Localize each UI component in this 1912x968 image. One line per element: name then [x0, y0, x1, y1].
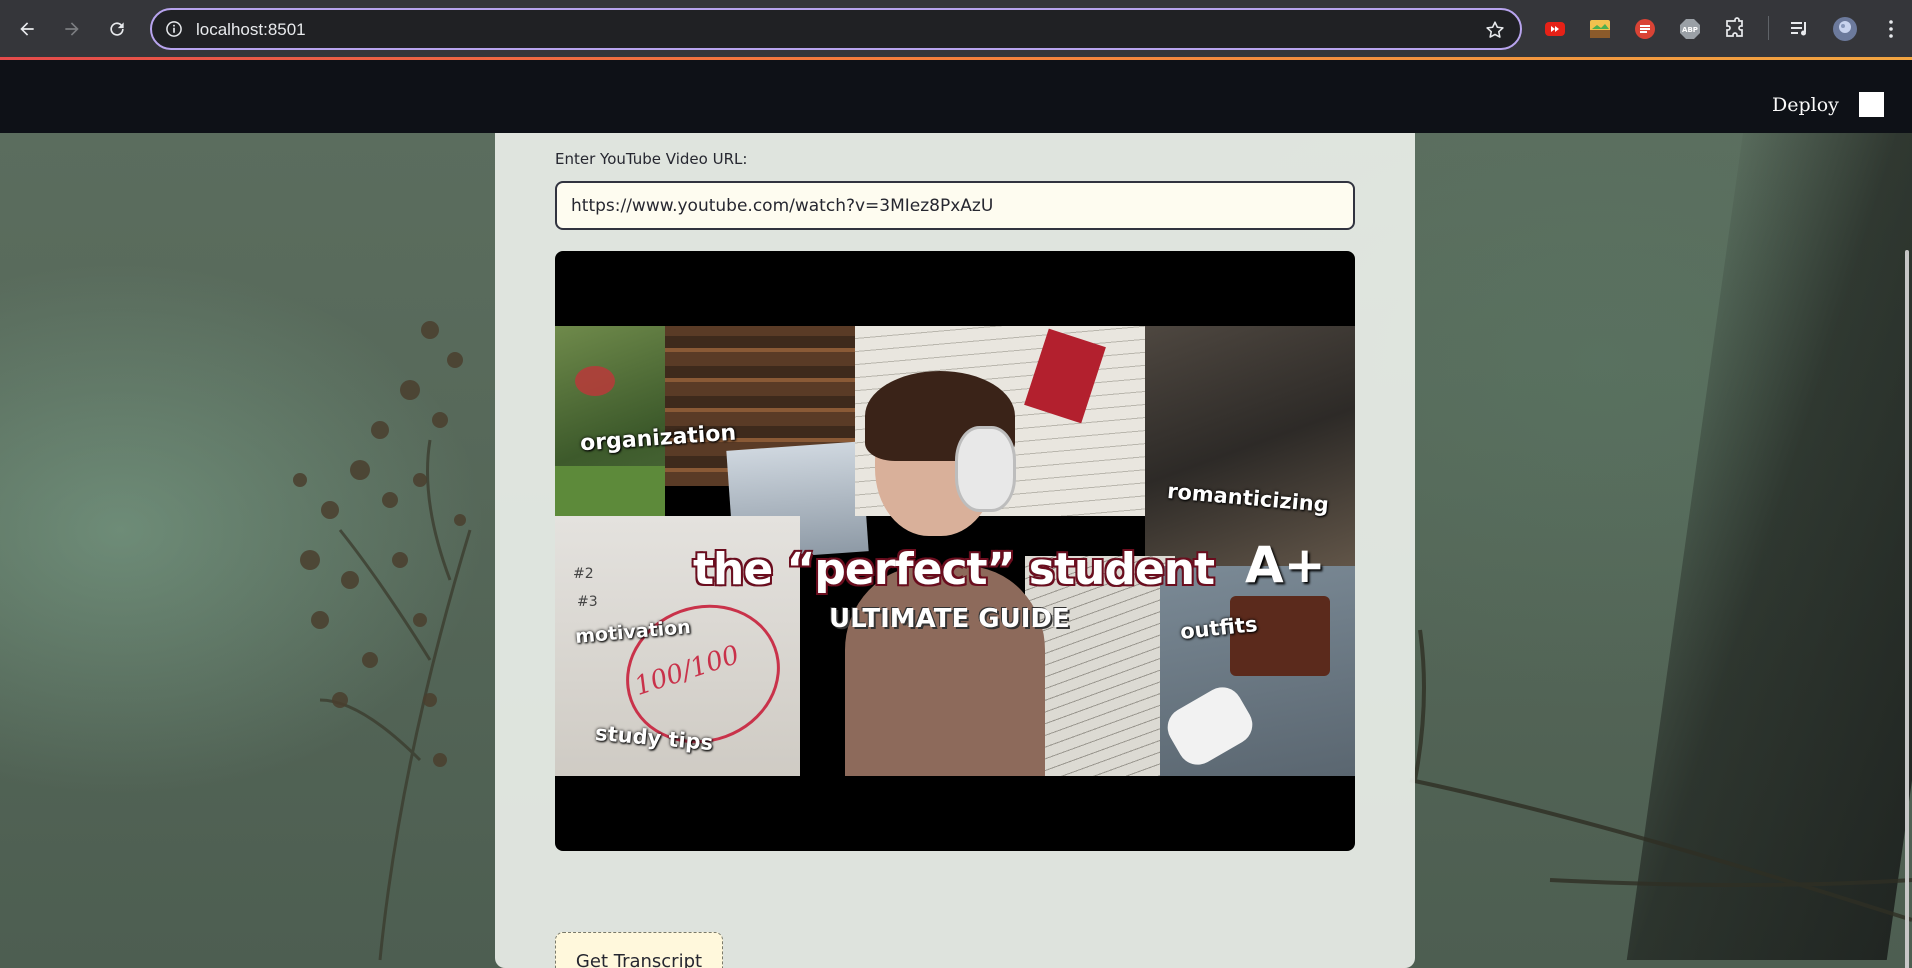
- toolbar-separator: [1768, 16, 1769, 40]
- video-player[interactable]: organization romanticizing the “perfect”…: [555, 251, 1355, 851]
- reload-button[interactable]: [100, 12, 134, 46]
- thumb-title: the “perfect” student: [693, 544, 1215, 595]
- get-transcript-button[interactable]: Get Transcript: [555, 932, 723, 968]
- info-icon[interactable]: [164, 19, 184, 39]
- back-button[interactable]: [10, 12, 44, 46]
- park-photo: [555, 326, 665, 516]
- forward-arrow-icon: [65, 22, 79, 36]
- media-queue-icon[interactable]: [1787, 16, 1813, 42]
- outfit-photo: [1160, 566, 1355, 776]
- profile-avatar-icon[interactable]: [1832, 16, 1858, 42]
- url-input-label: Enter YouTube Video URL:: [555, 150, 748, 168]
- thumb-grade: A+: [1245, 536, 1326, 594]
- page-scrollbar[interactable]: [1905, 250, 1909, 968]
- video-thumbnail[interactable]: organization romanticizing the “perfect”…: [555, 326, 1355, 776]
- browser-toolbar: localhost:8501 ABP: [0, 0, 1912, 58]
- app-viewport: Deploy Enter YouTube Video URL: https://…: [0, 60, 1912, 968]
- reload-icon: [110, 22, 124, 36]
- youtube-extension-icon[interactable]: [1542, 16, 1568, 42]
- app-header: [0, 60, 1912, 133]
- deploy-button[interactable]: Deploy: [1760, 90, 1851, 120]
- kebab-menu-icon[interactable]: [1878, 16, 1904, 42]
- address-bar[interactable]: localhost:8501: [150, 8, 1522, 50]
- address-bar-url[interactable]: localhost:8501: [196, 20, 306, 40]
- forward-button[interactable]: [55, 12, 89, 46]
- adblock-label: ABP: [1682, 26, 1698, 34]
- puzzle-extensions-icon[interactable]: [1722, 16, 1748, 42]
- star-icon[interactable]: [1484, 19, 1506, 41]
- thumb-list-2: #2: [573, 566, 594, 582]
- thumb-subtitle: ULTIMATE GUIDE: [829, 604, 1070, 634]
- image-extension-icon[interactable]: [1587, 16, 1613, 42]
- scribe-extension-icon[interactable]: [1632, 16, 1658, 42]
- youtube-url-input[interactable]: [555, 181, 1355, 230]
- classroom-photo: [1145, 326, 1355, 566]
- adblock-extension-icon[interactable]: ABP: [1677, 16, 1703, 42]
- main-menu-button[interactable]: [1859, 92, 1884, 117]
- thumb-list-3: #3: [577, 594, 598, 610]
- back-arrow-icon: [20, 22, 34, 36]
